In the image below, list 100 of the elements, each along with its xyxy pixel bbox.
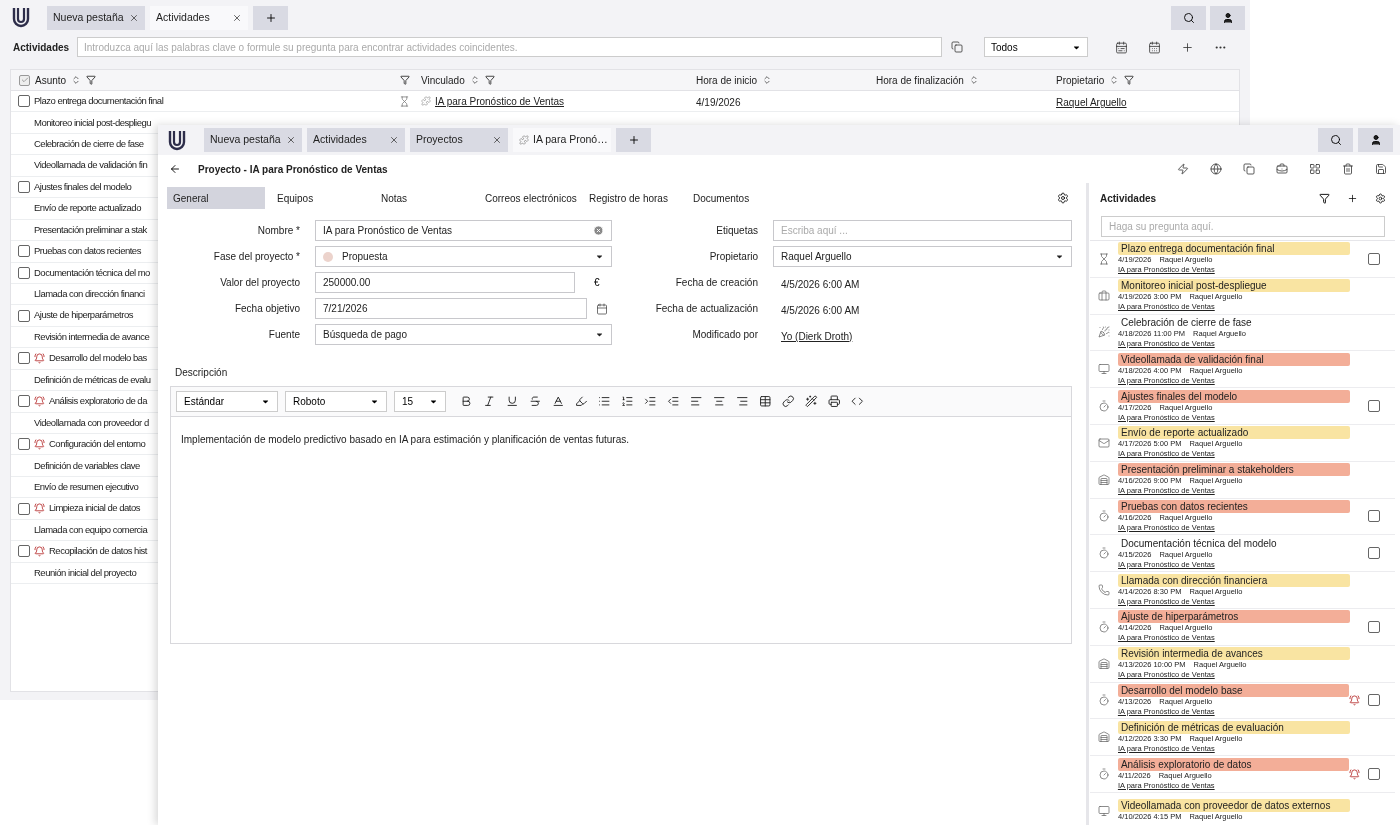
checkbox[interactable] [18, 545, 30, 558]
align-center-icon[interactable] [713, 395, 726, 408]
sort-icon[interactable] [762, 75, 773, 85]
logo-icon [12, 7, 30, 28]
filter-icon[interactable] [484, 75, 495, 85]
close-icon [389, 135, 399, 145]
checkbox[interactable] [18, 352, 30, 365]
checkbox[interactable] [18, 309, 30, 322]
select-field[interactable]: Propuesta [315, 246, 612, 267]
magic-wand-icon[interactable] [805, 395, 818, 408]
settings-icon[interactable] [1057, 192, 1069, 204]
checkbox[interactable] [1368, 620, 1380, 633]
user-button[interactable] [1358, 128, 1393, 152]
select-field[interactable]: Raquel Arguello [773, 246, 1072, 267]
filter-icon[interactable] [1124, 75, 1135, 85]
editor-dropdown[interactable]: Roboto [285, 391, 387, 412]
editor-dropdown[interactable]: 15 [394, 391, 446, 412]
copy-icon[interactable] [951, 41, 963, 53]
activity-title: Llamada con dirección financiera [1118, 573, 1350, 587]
bullet-list-icon[interactable] [598, 395, 611, 408]
filter-icon[interactable] [1319, 192, 1330, 204]
column-header[interactable]: Vinculado [421, 72, 465, 88]
outdent-icon[interactable] [667, 395, 680, 408]
checkbox[interactable] [1368, 252, 1380, 265]
checkbox[interactable] [18, 438, 30, 451]
user-link[interactable]: Yo (Dierk Droth) [773, 330, 853, 342]
checkbox[interactable] [18, 266, 30, 279]
text-field[interactable]: Escriba aquí ... [773, 220, 1072, 241]
settings-icon[interactable] [1375, 192, 1386, 204]
window-tab[interactable]: Nueva pestaña [204, 128, 302, 152]
calendar-icon[interactable] [1115, 40, 1128, 54]
editor-dropdown[interactable]: Estándar [176, 391, 278, 412]
search-field[interactable]: Haga su pregunta aquí. [1101, 216, 1385, 237]
grid-icon[interactable] [1309, 163, 1321, 175]
search-button[interactable] [1171, 5, 1206, 30]
checkbox[interactable] [18, 245, 30, 258]
column-header[interactable]: Asunto [35, 72, 67, 88]
checkbox[interactable] [1368, 768, 1380, 781]
table-icon[interactable] [759, 395, 772, 408]
filter-dropdown[interactable]: Todos [984, 37, 1088, 57]
new-tab-button[interactable] [616, 128, 651, 152]
owner-link[interactable]: Raquel Arguello [1056, 97, 1127, 109]
sort-icon[interactable] [968, 75, 979, 85]
window-tab[interactable]: Actividades [150, 5, 248, 30]
window-tab[interactable]: IA para Pronó… [513, 128, 611, 152]
window-tab[interactable]: Actividades [307, 128, 405, 152]
back-icon[interactable] [169, 163, 181, 175]
add-icon[interactable] [1347, 192, 1358, 204]
briefcase-icon[interactable] [1276, 163, 1288, 175]
search-field[interactable]: Introduzca aquí las palabras clave o formule su pregunta para encontrar actividades coincidentes. [77, 37, 942, 57]
lightning-icon[interactable] [1177, 163, 1189, 175]
sort-icon[interactable] [1109, 75, 1120, 85]
code-icon[interactable] [851, 395, 864, 408]
checkbox[interactable] [18, 180, 30, 193]
clear-icon[interactable] [593, 225, 604, 236]
number-field[interactable]: 250000.00 [315, 272, 575, 293]
highlighter-icon[interactable] [575, 395, 588, 408]
text-color-icon[interactable] [552, 395, 565, 408]
checkbox[interactable] [18, 95, 30, 108]
save-icon[interactable] [1375, 163, 1387, 175]
checkbox[interactable] [18, 395, 30, 408]
indent-icon[interactable] [644, 395, 657, 408]
column-header[interactable]: Hora de inicio [696, 72, 758, 88]
checkbox[interactable] [1368, 510, 1380, 523]
checkbox[interactable] [1368, 694, 1380, 707]
strikethrough-icon[interactable] [529, 395, 542, 408]
sort-icon[interactable] [71, 75, 82, 85]
sort-icon[interactable] [469, 75, 480, 85]
delete-icon[interactable] [1342, 163, 1354, 175]
italic-icon[interactable] [483, 395, 496, 408]
filter-icon[interactable] [399, 75, 410, 85]
link-icon[interactable] [782, 395, 795, 408]
underline-icon[interactable] [506, 395, 519, 408]
new-tab-button[interactable] [253, 5, 288, 30]
align-right-icon[interactable] [736, 395, 749, 408]
checkbox[interactable] [18, 502, 30, 515]
print-icon[interactable] [828, 395, 841, 408]
calendar-icon[interactable] [1148, 40, 1161, 54]
window-tab[interactable]: Proyectos [410, 128, 508, 152]
user-button[interactable] [1210, 5, 1245, 30]
column-header[interactable]: Propietario [1056, 72, 1105, 88]
add-icon[interactable] [1181, 40, 1194, 54]
text-field[interactable]: IA para Pronóstico de Ventas [315, 220, 612, 241]
search-button[interactable] [1318, 128, 1353, 152]
numbered-list-icon[interactable] [621, 395, 634, 408]
filter-icon[interactable] [86, 75, 97, 85]
linked-project-link[interactable]: IA para Pronóstico de Ventas [435, 93, 564, 109]
checkbox[interactable] [1368, 547, 1380, 560]
bold-icon[interactable] [460, 395, 473, 408]
calendar-icon[interactable] [596, 302, 608, 315]
window-tab[interactable]: Nueva pestaña [47, 5, 145, 30]
checkbox[interactable] [1368, 400, 1380, 413]
copy-icon[interactable] [1243, 163, 1255, 175]
column-header[interactable]: Hora de finalización [876, 72, 964, 88]
date-field[interactable]: 7/21/2026 [315, 298, 587, 319]
globe-icon[interactable] [1210, 163, 1222, 175]
checkbox[interactable] [19, 74, 30, 86]
align-left-icon[interactable] [690, 395, 703, 408]
select-field[interactable]: Búsqueda de pago [315, 324, 612, 345]
section-tab[interactable]: General [167, 187, 265, 209]
